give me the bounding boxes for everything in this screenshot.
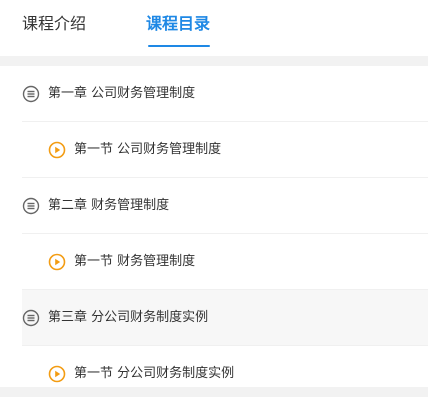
chapter-row-2[interactable]: 第二章 财务管理制度: [22, 178, 428, 234]
play-circle-icon: [48, 365, 66, 383]
chapter-row-1[interactable]: 第一章 公司财务管理制度: [22, 66, 428, 122]
course-catalog-list: 第一章 公司财务管理制度 第一节 公司财务管理制度 第二章 财务管理制度 第一节…: [0, 66, 428, 397]
course-tabs: 课程介绍 课程目录: [0, 0, 428, 56]
tab-course-catalog[interactable]: 课程目录: [146, 14, 210, 34]
active-tab-indicator: [148, 45, 210, 47]
list-circle-icon: [22, 197, 40, 215]
section-title: 第一节 公司财务管理制度: [74, 141, 222, 157]
chapter-title: 第三章 分公司财务制度实例: [48, 309, 209, 325]
play-circle-icon: [48, 253, 66, 271]
section-divider: [0, 56, 428, 66]
section-title: 第一节 分公司财务制度实例: [74, 366, 235, 381]
list-circle-icon: [22, 309, 40, 327]
tab-course-intro[interactable]: 课程介绍: [22, 14, 86, 34]
section-row-2-1[interactable]: 第一节 财务管理制度: [22, 234, 428, 290]
chapter-title: 第二章 财务管理制度: [48, 197, 170, 213]
play-circle-icon: [48, 141, 66, 159]
chapter-title: 第一章 公司财务管理制度: [48, 85, 196, 101]
bottom-divider: [0, 387, 428, 397]
chapter-row-3[interactable]: 第三章 分公司财务制度实例: [22, 290, 428, 346]
section-row-1-1[interactable]: 第一节 公司财务管理制度: [22, 122, 428, 178]
list-circle-icon: [22, 85, 40, 103]
section-title: 第一节 财务管理制度: [74, 253, 196, 269]
